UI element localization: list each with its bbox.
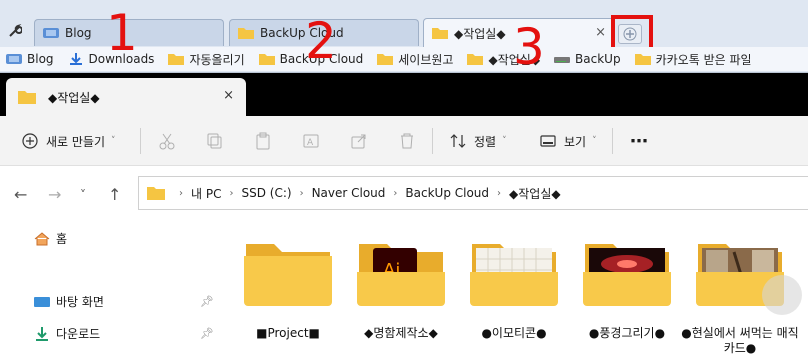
sidebar-item-downloads[interactable]: 다운로드 <box>34 325 100 342</box>
folder-icon <box>258 54 275 65</box>
annotation-number-3: 3 <box>513 18 545 76</box>
pin-icon[interactable]: 📌︎ <box>200 295 214 308</box>
bookmark-label: 카카오톡 받은 파일 <box>655 52 752 67</box>
breadcrumb-separator: › <box>393 187 398 199</box>
explorer-tab[interactable]: ◆작업실◆ × <box>6 78 246 116</box>
breadcrumb-separator: › <box>179 187 183 199</box>
folder-icon <box>377 54 394 65</box>
sidebar-item-desktop[interactable]: 바탕 화면 <box>34 293 104 310</box>
breadcrumb-backup-cloud[interactable]: BackUp Cloud <box>405 186 489 200</box>
folder-icon <box>238 28 254 39</box>
home-icon <box>34 231 50 245</box>
copy-icon[interactable] <box>206 132 224 150</box>
bookmark-backup[interactable]: BackUp <box>554 52 621 66</box>
folder-icon <box>147 187 165 200</box>
new-button-label: 새로 만들기 <box>46 134 106 149</box>
watermark-badge <box>762 275 802 315</box>
folder-item-emoticon[interactable]: ●이모티콘● <box>464 238 564 340</box>
breadcrumb-separator: › <box>229 187 234 199</box>
download-icon <box>36 326 48 341</box>
illustrator-folder-icon: Ai <box>357 244 445 306</box>
annotation-number-2: 2 <box>305 12 337 70</box>
chevron-down-icon: ˅ <box>502 136 507 146</box>
drive-icon <box>554 57 571 63</box>
view-button[interactable]: 보기 ˅ <box>540 116 597 166</box>
folder-item-business-card[interactable]: Ai ◆명함제작소◆ <box>351 238 451 340</box>
folder-icon <box>432 28 448 39</box>
annotation-number-1: 1 <box>106 4 138 62</box>
back-arrow-icon[interactable]: ← <box>14 185 27 204</box>
breadcrumb-separator: › <box>497 187 502 199</box>
delete-icon[interactable] <box>398 132 416 150</box>
folder-name: ■Project■ <box>256 326 320 340</box>
bookmark-label: Blog <box>27 52 54 66</box>
folder-name: ●현실에서 써먹는 매직카드● <box>681 326 799 355</box>
bookmark-auto-upload[interactable]: 자동올리기 <box>168 51 245 68</box>
sidebar-item-label: 바탕 화면 <box>56 295 104 309</box>
bookmark-save-drafts[interactable]: 세이브원고 <box>377 51 453 68</box>
desktop-icon <box>34 296 50 307</box>
breadcrumb-separator: › <box>299 187 304 199</box>
image-folder-icon <box>470 244 558 306</box>
folder-icon <box>18 91 36 104</box>
svg-text:A: A <box>307 138 314 148</box>
paste-icon[interactable] <box>254 132 272 150</box>
sidebar-item-label: 다운로드 <box>56 327 101 341</box>
download-icon <box>69 53 82 65</box>
sort-button-label: 정렬 <box>474 134 497 149</box>
chevron-down-icon: ˅ <box>592 136 597 146</box>
up-arrow-icon[interactable]: ↑ <box>108 185 121 204</box>
breadcrumb-ssd[interactable]: SSD (C:) <box>241 186 291 200</box>
navigation-pane: 홈 바탕 화면 📌︎ 다운로드 📌︎ <box>0 222 222 361</box>
pin-icon[interactable]: 📌︎ <box>200 327 214 340</box>
view-icon <box>540 135 556 147</box>
sort-icon <box>450 134 466 148</box>
folder-name: ◆명함제작소◆ <box>364 326 438 340</box>
folder-icon <box>168 54 185 65</box>
folder-icon <box>244 244 332 306</box>
tab-title: Blog <box>65 26 92 40</box>
folder-name: ●이모티콘● <box>481 326 547 340</box>
view-button-label: 보기 <box>564 134 587 149</box>
sort-button[interactable]: 정렬 ˅ <box>450 116 507 166</box>
bookmark-label: 세이브원고 <box>398 52 454 67</box>
address-bar[interactable]: › 내 PC › SSD (C:) › Naver Cloud › BackUp… <box>138 176 808 210</box>
bookmark-label: 자동올리기 <box>189 52 245 67</box>
folder-name: ●풍경그리기● <box>588 326 666 340</box>
bookmark-blog[interactable]: Blog <box>6 52 54 66</box>
rename-icon[interactable]: A <box>302 132 320 150</box>
divider <box>612 128 613 154</box>
breadcrumb-naver-cloud[interactable]: Naver Cloud <box>312 186 386 200</box>
chevron-down-icon: ˅ <box>111 136 116 146</box>
command-bar: 새로 만들기 ˅ A 정렬 ˅ 보기 ˅ ⋯ <box>0 116 808 166</box>
share-icon[interactable] <box>350 132 368 150</box>
folder-item-landscape[interactable]: ●풍경그리기● <box>577 238 677 340</box>
breadcrumb-this-pc[interactable]: 내 PC <box>191 185 221 202</box>
add-circle-icon <box>22 133 38 149</box>
folder-icon <box>634 54 651 65</box>
blog-favicon-icon <box>43 28 59 38</box>
wrench-icon[interactable] <box>8 24 22 38</box>
recent-locations-chevron-icon[interactable]: ˅ <box>80 188 86 202</box>
forward-arrow-icon[interactable]: → <box>48 185 61 204</box>
folder-icon <box>467 54 484 65</box>
cut-icon[interactable] <box>158 132 176 150</box>
bookmark-kakao-files[interactable]: 카카오톡 받은 파일 <box>634 51 752 68</box>
sidebar-item-home[interactable]: 홈 <box>34 230 67 247</box>
more-options-button[interactable]: ⋯ <box>630 116 648 166</box>
tab-title: ◆작업실◆ <box>454 26 506 41</box>
close-icon[interactable]: × <box>223 88 234 103</box>
divider <box>140 128 141 154</box>
explorer-tab-title: ◆작업실◆ <box>48 90 100 105</box>
sidebar-item-label: 홈 <box>56 232 68 246</box>
close-icon[interactable]: × <box>595 25 606 40</box>
breadcrumb-workroom[interactable]: ◆작업실◆ <box>509 185 561 202</box>
new-button[interactable]: 새로 만들기 ˅ <box>22 116 116 166</box>
folder-item-project[interactable]: ■Project■ <box>238 238 338 340</box>
blog-favicon-icon <box>6 54 22 64</box>
bookmark-label: BackUp <box>575 52 621 66</box>
image-folder-icon <box>583 244 671 306</box>
divider <box>432 128 433 154</box>
